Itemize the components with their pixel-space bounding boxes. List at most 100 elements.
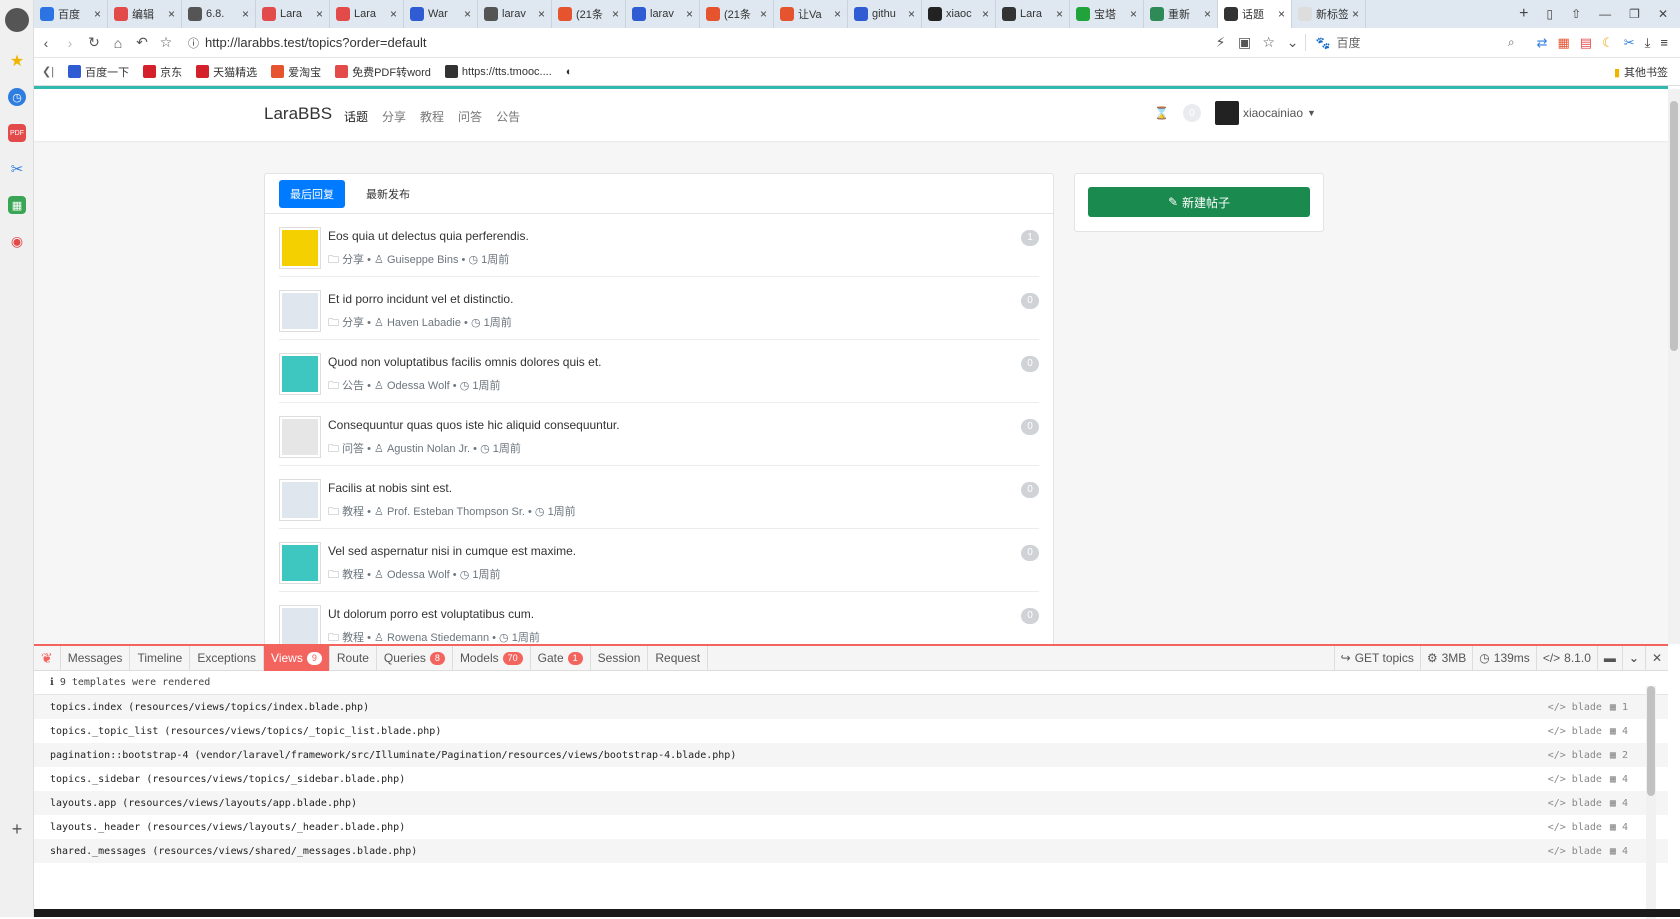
close-icon[interactable]: × xyxy=(242,7,249,21)
lightning-icon[interactable]: ⚡ xyxy=(1209,34,1233,51)
globe-icon[interactable]: ◐ xyxy=(566,66,573,78)
topic-author[interactable]: Odessa Wolf xyxy=(387,380,450,392)
topic-author[interactable]: Odessa Wolf xyxy=(387,569,450,581)
reply-count-badge[interactable]: 0 xyxy=(1021,293,1039,309)
debugbar-tab[interactable]: Request xyxy=(648,645,709,671)
bookmark-item[interactable]: 天猫精选 xyxy=(196,64,257,80)
debugbar-tab[interactable]: Session xyxy=(591,645,649,671)
close-icon[interactable]: × xyxy=(316,7,323,21)
topic-avatar[interactable] xyxy=(279,479,321,521)
url-field[interactable]: ⓘ http://larabbs.test/topics?order=defau… xyxy=(188,35,1209,51)
topic-title[interactable]: Consequuntur quas quos iste hic aliquid … xyxy=(328,418,620,432)
page-scrollbar[interactable] xyxy=(1668,89,1680,644)
topic-category[interactable]: 分享 xyxy=(342,317,364,329)
debugbar-tab[interactable]: Messages xyxy=(61,645,131,671)
browser-tab[interactable]: 新标签页 × xyxy=(1292,0,1366,28)
browser-tab[interactable]: 话题 × xyxy=(1218,0,1292,28)
scissors-icon[interactable]: ✂ xyxy=(1624,35,1635,51)
bookmark-item[interactable]: 免费PDF转word xyxy=(335,64,431,80)
pdf-icon[interactable]: ▤ xyxy=(1580,35,1592,51)
apps-icon[interactable]: ▦ xyxy=(8,196,26,214)
topic-avatar[interactable] xyxy=(279,416,321,458)
browser-tab[interactable]: 6.8. × xyxy=(182,0,256,28)
debugbar-scrollbar[interactable] xyxy=(1646,686,1656,919)
scissors-icon[interactable]: ✂ xyxy=(8,160,26,178)
close-icon[interactable]: × xyxy=(834,7,841,21)
back-icon[interactable]: ‹ xyxy=(34,35,58,51)
browser-tab[interactable]: larav × xyxy=(478,0,552,28)
browser-tab[interactable]: 重新 × xyxy=(1144,0,1218,28)
weibo-icon[interactable]: ◉ xyxy=(8,232,26,250)
browser-tab[interactable]: larav × xyxy=(626,0,700,28)
close-icon[interactable]: × xyxy=(94,7,101,21)
topic-author[interactable]: Agustin Nolan Jr. xyxy=(387,443,470,455)
browser-tab[interactable]: War × xyxy=(404,0,478,28)
topic-author[interactable]: Rowena Stiedemann xyxy=(387,632,489,644)
nav-item[interactable]: 问答 xyxy=(458,108,482,125)
debugbar-tab[interactable]: Timeline xyxy=(130,645,191,671)
minimize-icon[interactable]: — xyxy=(1599,7,1611,21)
other-bookmarks[interactable]: ▮ 其他书签 xyxy=(1614,64,1668,80)
reply-count-badge[interactable]: 0 xyxy=(1021,608,1039,624)
new-tab-icon[interactable]: + xyxy=(1519,5,1528,23)
browser-tab[interactable]: 百度 × xyxy=(34,0,108,28)
reload-icon[interactable]: ↻ xyxy=(82,34,106,51)
undo-icon[interactable]: ↶ xyxy=(130,34,154,51)
pdf-icon[interactable]: PDF xyxy=(8,124,26,142)
bookmark-item[interactable]: 百度一下 xyxy=(68,64,129,80)
topic-avatar[interactable] xyxy=(279,353,321,395)
reply-count-badge[interactable]: 0 xyxy=(1021,545,1039,561)
topic-title[interactable]: Facilis at nobis sint est. xyxy=(328,481,452,495)
bookmark-item[interactable]: 京东 xyxy=(143,64,182,80)
close-icon[interactable]: × xyxy=(760,7,767,21)
topic-title[interactable]: Ut dolorum porro est voluptatibus cum. xyxy=(328,607,534,621)
tab-list-icon[interactable]: ▯ xyxy=(1547,7,1554,21)
close-icon[interactable]: × xyxy=(686,7,693,21)
topic-avatar[interactable] xyxy=(279,227,321,269)
topic-avatar[interactable] xyxy=(279,290,321,332)
collapse-icon[interactable]: ❮| xyxy=(42,65,54,78)
bookmark-star-icon[interactable]: ☆ xyxy=(154,34,178,51)
profile-avatar[interactable] xyxy=(5,8,29,32)
nav-item[interactable]: 公告 xyxy=(496,108,520,125)
close-icon[interactable]: × xyxy=(612,7,619,21)
close-window-icon[interactable]: ✕ xyxy=(1658,7,1668,21)
folder-open-icon[interactable]: ▬ xyxy=(1596,645,1622,671)
topic-category[interactable]: 教程 xyxy=(342,632,364,644)
new-post-button[interactable]: ✎ 新建帖子 xyxy=(1088,187,1310,217)
sort-tab[interactable]: 最后回复 xyxy=(279,179,345,208)
laravel-logo-icon[interactable]: ❦ xyxy=(34,645,61,671)
topic-title[interactable]: Eos quia ut delectus quia perferendis. xyxy=(328,229,529,243)
notification-badge[interactable]: 0 xyxy=(1182,104,1201,122)
add-icon[interactable]: + xyxy=(8,819,26,839)
debugbar-scrollbar-thumb[interactable] xyxy=(1647,686,1655,796)
nav-item[interactable]: 教程 xyxy=(420,108,444,125)
browser-tab[interactable]: githu × xyxy=(848,0,922,28)
browser-tab[interactable]: 编辑 × xyxy=(108,0,182,28)
debugbar-tab[interactable]: Views 9 xyxy=(264,645,330,671)
topic-category[interactable]: 分享 xyxy=(342,254,364,266)
close-icon[interactable]: × xyxy=(1204,7,1211,21)
favorite-icon[interactable]: ☆ xyxy=(1257,34,1281,51)
close-icon[interactable]: × xyxy=(1056,7,1063,21)
moon-icon[interactable]: ☾ xyxy=(1602,35,1614,51)
topic-author[interactable]: Guiseppe Bins xyxy=(387,254,459,266)
reply-count-badge[interactable]: 1 xyxy=(1021,230,1039,246)
nav-item[interactable]: 分享 xyxy=(382,108,406,125)
close-icon[interactable]: × xyxy=(168,7,175,21)
topic-avatar[interactable] xyxy=(279,605,321,644)
topic-title[interactable]: Vel sed aspernatur nisi in cumque est ma… xyxy=(328,544,576,558)
topic-category[interactable]: 教程 xyxy=(342,506,364,518)
browser-tab[interactable]: Lara × xyxy=(330,0,404,28)
topic-avatar[interactable] xyxy=(279,542,321,584)
close-icon[interactable]: × xyxy=(538,7,545,21)
topic-author[interactable]: Prof. Esteban Thompson Sr. xyxy=(387,506,525,518)
debugbar-tab[interactable]: Route xyxy=(330,645,377,671)
sort-tab[interactable]: 最新发布 xyxy=(355,180,421,208)
debugbar-tab[interactable]: Exceptions xyxy=(190,645,265,671)
forward-icon[interactable]: › xyxy=(58,35,82,51)
star-icon[interactable]: ★ xyxy=(8,52,26,70)
topic-title[interactable]: Et id porro incidunt vel et distinctio. xyxy=(328,292,513,306)
close-icon[interactable]: × xyxy=(908,7,915,21)
debugbar-tab[interactable]: Queries 8 xyxy=(377,645,453,671)
